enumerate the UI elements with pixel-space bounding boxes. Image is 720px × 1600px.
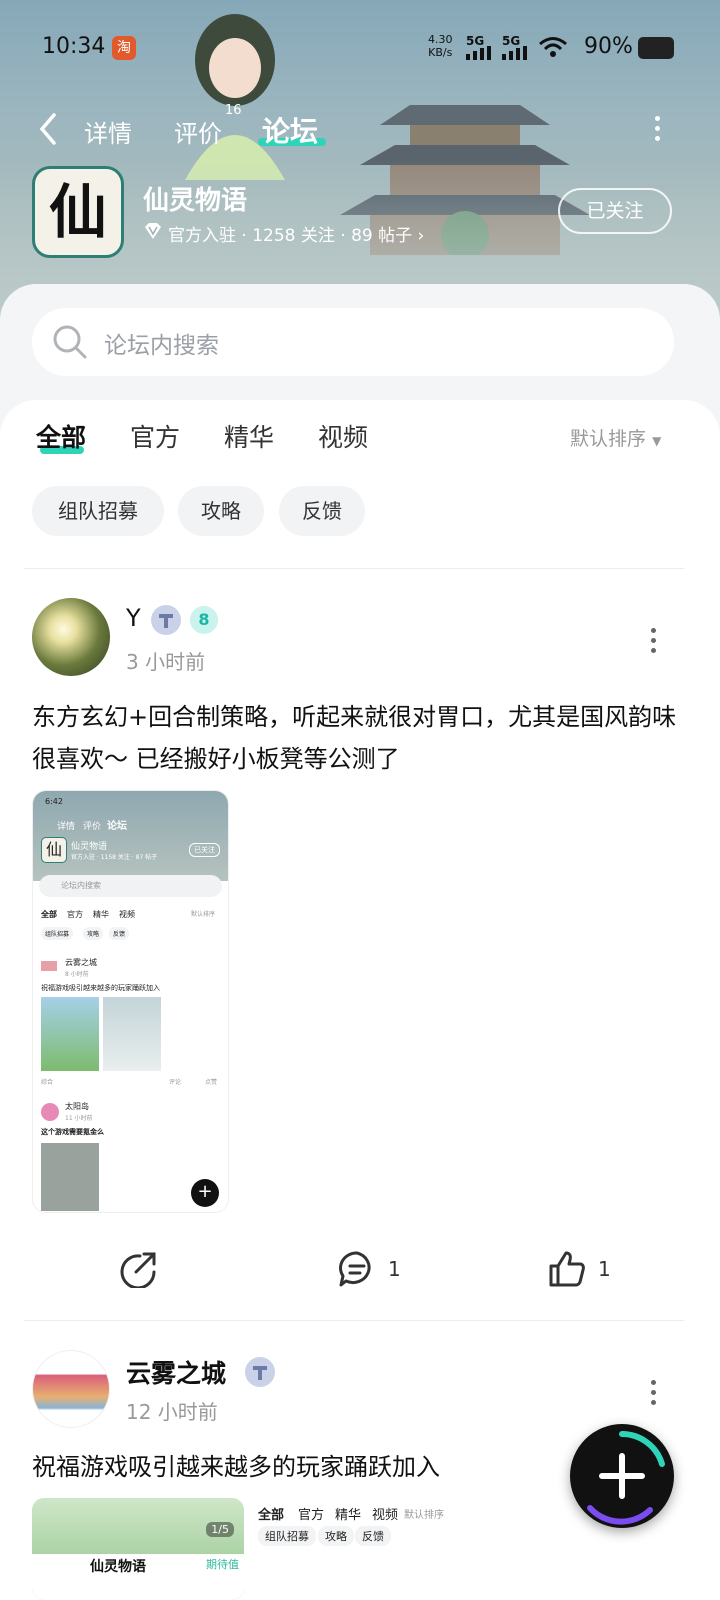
chip-team-recruit[interactable]: 组队招募 [32,486,164,536]
plus-icon [587,1431,665,1525]
thumb-post-time: 11 小时前 [65,1115,93,1122]
battery-icon [638,37,674,59]
post-username[interactable]: Y [126,604,141,632]
chip-feedback[interactable]: 反馈 [279,486,365,536]
thumb-filter-tab: 视频 [119,910,135,919]
thumb-avatar [41,1103,59,1121]
taobao-notification-icon: 淘 [112,36,136,60]
search-placeholder: 论坛内搜索 [104,333,219,359]
preview-tag: 期待值 [206,1558,239,1571]
divider [24,568,684,569]
follow-button[interactable]: 已关注 [558,188,672,234]
thumb-image [41,1143,99,1211]
post-image-thumbnail[interactable]: 6:42 详情 评价 论坛 仙 仙灵物语 官方入驻 · 1158 关注 · 87… [32,790,229,1213]
sort-dropdown[interactable]: 默认排序 ▼ [570,424,661,451]
thumb-game-icon: 仙 [41,837,67,863]
tab-forum[interactable]: 论坛 [262,110,318,150]
thumb-post-time: 8 小时前 [65,971,89,978]
divider [24,1320,684,1321]
tab-reviews[interactable]: 评价 [174,114,222,149]
thumb-post-user: 太阳岛 [65,1102,89,1111]
filter-tab-video[interactable]: 视频 [318,418,368,454]
search-icon [53,325,87,359]
level-badge: 8 [190,606,218,634]
signal-bars-icon [502,46,527,60]
search-input[interactable]: 论坛内搜索 [32,308,674,376]
thumb-filter-tab: 精华 [93,910,109,919]
thumb-tab-reviews: 评价 [83,822,102,832]
filter-tab-all[interactable]: 全部 [36,418,86,454]
thumb-post-text: 这个游戏需要氪金么 [41,1128,104,1136]
thumb-comment: 评论 [169,1079,182,1086]
signal-bars-icon [466,46,491,60]
game-name: 仙灵物语 [143,186,248,216]
wifi-icon [539,37,567,57]
thumb-chip: 反馈 [109,927,130,940]
thumb-tab-details: 详情 [57,822,76,832]
thumb-filter-tab: 全部 [41,910,57,919]
diamond-icon [145,223,161,239]
more-options-icon[interactable] [655,116,663,146]
status-bar: 10:34 淘 4.30 KB/s 5G 5G 90% [0,0,720,96]
post-time: 3 小时前 [126,650,206,674]
thumb-chip: 攻略 [83,927,104,940]
user-verified-icon [151,605,181,635]
preview-chip: 攻略 [318,1526,354,1546]
thumb-post-user: 云雾之城 [65,958,97,967]
thumb-image [41,997,99,1071]
review-count-badge: 16 [225,103,242,118]
share-icon[interactable] [120,1252,158,1288]
net-speed: 4.30 KB/s [428,33,453,59]
thumb-avatar [41,961,57,971]
post-username[interactable]: 云雾之城 [126,1354,226,1390]
create-post-button[interactable] [570,1424,674,1528]
user-verified-icon [245,1357,275,1387]
battery-percent: 90% [584,34,633,59]
thumb-follow: 已关注 [189,843,220,857]
thumb-image [103,997,161,1071]
top-nav: 详情 评价 论坛 [0,110,720,154]
thumb-filter-tab: 官方 [67,910,83,919]
preview-tab: 官方 [298,1508,325,1523]
chevron-right-icon: › [417,226,425,246]
caret-down-icon: ▼ [652,434,662,448]
thumb-fab-plus-icon: + [191,1179,219,1207]
tab-details[interactable]: 详情 [84,114,132,149]
preview-tab: 视频 [372,1508,399,1523]
preview-tab: 全部 [258,1508,285,1523]
like-count: 1 [598,1257,611,1281]
comment-icon[interactable] [338,1250,376,1288]
filter-tab-official[interactable]: 官方 [130,418,180,454]
avatar[interactable] [32,1350,110,1428]
thumb-footer: 综合 [41,1079,54,1086]
thumb-game-name: 仙灵物语 [71,842,108,852]
thumb-chip: 组队招募 [41,927,74,940]
thumb-game-meta: 官方入驻 · 1158 关注 · 87 帖子 [71,854,158,861]
like-icon[interactable] [548,1250,586,1288]
thumb-time: 6:42 [45,797,63,806]
preview-game-name: 仙灵物语 [90,1559,146,1575]
game-icon[interactable]: 仙 [32,166,124,258]
preview-tab: 精华 [335,1508,362,1523]
post-text: 东方玄幻+回合制策略，听起来就很对胃口，尤其是国风韵味很喜欢～ 已经搬好小板凳等… [32,703,677,773]
thumb-like: 点赞 [205,1079,218,1086]
comment-count: 1 [388,1257,401,1281]
chip-guide[interactable]: 攻略 [178,486,264,536]
thumb-tab-forum: 论坛 [107,821,127,832]
post-time: 12 小时前 [126,1400,218,1424]
post-more-icon[interactable] [651,1380,659,1410]
status-time: 10:34 [42,34,106,59]
filter-tab-featured[interactable]: 精华 [224,418,274,454]
preview-sort: 默认排序 [404,1510,444,1521]
thumb-sort: 默认排序 [191,911,216,918]
game-meta[interactable]: 官方入驻 · 1258 关注 · 89 帖子 › [168,221,424,246]
preview-chip: 反馈 [355,1526,391,1546]
post-more-icon[interactable] [651,628,659,658]
thumb-post-text: 祝福游戏吸引越来越多的玩家踊跃加入 [41,984,160,992]
avatar[interactable] [32,598,110,676]
post-image-preview[interactable]: 1/5 仙灵物语 期待值 [32,1498,244,1600]
preview-chip: 组队招募 [258,1526,316,1546]
thumb-search: 论坛内搜索 [39,875,222,897]
image-page-indicator: 1/5 [206,1522,234,1537]
